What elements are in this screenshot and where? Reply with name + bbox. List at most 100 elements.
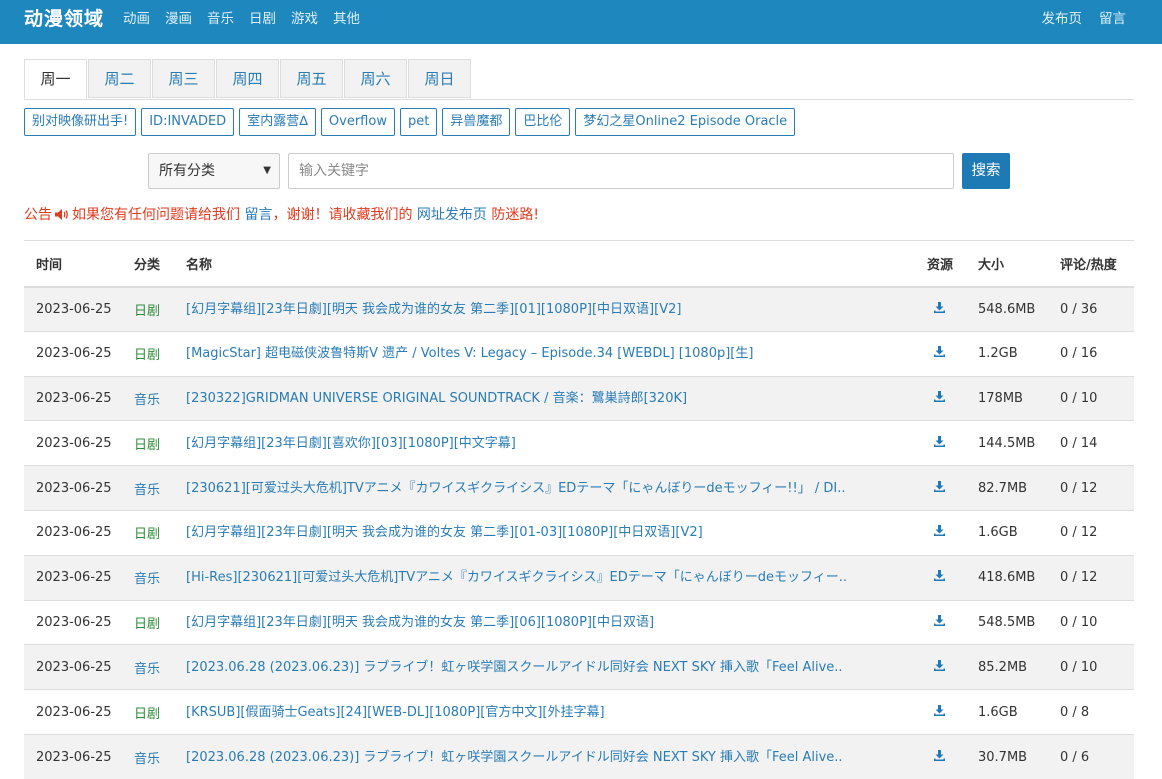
row-title-link[interactable]: [幻月字幕组][23年日劇][明天 我会成为谁的女友 第二季][06][1080… xyxy=(186,611,654,630)
row-category-link[interactable]: 日剧 xyxy=(134,617,160,632)
site-brand[interactable]: 动漫领域 xyxy=(24,4,104,31)
row-size: 82.7MB xyxy=(966,466,1048,511)
download-icon[interactable] xyxy=(933,614,946,631)
row-size: 85.2MB xyxy=(966,645,1048,690)
row-category-link[interactable]: 音乐 xyxy=(134,572,160,587)
results-body: 2023-06-25 日剧 [幻月字幕组][23年日劇][明天 我会成为谁的女友… xyxy=(24,287,1134,779)
tab-wednesday[interactable]: 周三 xyxy=(152,59,215,98)
row-resource xyxy=(915,466,966,511)
row-time-text: 2023-06-25 xyxy=(36,570,112,585)
row-category: 音乐 xyxy=(122,645,174,690)
row-stats-text: 0 / 36 xyxy=(1060,302,1097,317)
row-name: [Hi-Res][230621][可爱过头大危机]TVアニメ『カワイスギクライシ… xyxy=(174,555,915,600)
tab-monday[interactable]: 周一 xyxy=(24,59,87,99)
download-icon[interactable] xyxy=(933,569,946,586)
row-stats: 0 / 6 xyxy=(1048,734,1134,779)
row-time-text: 2023-06-25 xyxy=(36,750,112,765)
header-size: 大小 xyxy=(966,241,1048,287)
row-category: 音乐 xyxy=(122,734,174,779)
row-title-link[interactable]: [幻月字幕组][23年日劇][明天 我会成为谁的女友 第二季][01][1080… xyxy=(186,298,681,317)
tab-sunday[interactable]: 周日 xyxy=(408,59,471,98)
show-tag[interactable]: 异兽魔都 xyxy=(442,108,510,136)
tab-thursday[interactable]: 周四 xyxy=(216,59,279,98)
download-icon[interactable] xyxy=(933,704,946,721)
row-time-text: 2023-06-25 xyxy=(36,436,112,451)
nav-link-manga[interactable]: 漫画 xyxy=(165,7,192,27)
announcement-text: ，谢谢！请收藏我们的 xyxy=(272,207,412,223)
row-title-link[interactable]: [MagicStar] 超电磁侠波鲁特斯V 遗产 / Voltes V: Leg… xyxy=(186,342,753,361)
row-category-link[interactable]: 日剧 xyxy=(134,527,160,542)
row-size: 1.6GB xyxy=(966,690,1048,735)
nav-link-release-page[interactable]: 发布页 xyxy=(1042,7,1083,27)
show-tag[interactable]: 巴比伦 xyxy=(515,108,570,136)
row-category-link[interactable]: 音乐 xyxy=(134,662,160,677)
tab-saturday[interactable]: 周六 xyxy=(344,59,407,98)
row-category-link[interactable]: 日剧 xyxy=(134,348,160,363)
row-category: 音乐 xyxy=(122,376,174,421)
row-stats-text: 0 / 14 xyxy=(1060,436,1097,451)
row-title-link[interactable]: [2023.06.28 (2023.06.23)] ラブライブ！虹ヶ咲学園スクー… xyxy=(186,656,843,675)
row-category-link[interactable]: 音乐 xyxy=(134,393,160,408)
row-category-link[interactable]: 日剧 xyxy=(134,707,160,722)
row-title-link[interactable]: [KRSUB][假面骑士Geats][24][WEB-DL][1080P][官方… xyxy=(186,701,605,720)
show-tag[interactable]: Overflow xyxy=(321,108,395,136)
release-page-link[interactable]: 网址发布页 xyxy=(417,207,487,223)
row-category-link[interactable]: 日剧 xyxy=(134,304,160,319)
row-title-link[interactable]: [2023.06.28 (2023.06.23)] ラブライブ！虹ヶ咲学園スクー… xyxy=(186,746,843,765)
show-tag[interactable]: 室内露营∆ xyxy=(239,108,316,136)
download-icon[interactable] xyxy=(933,301,946,318)
table-row: 2023-06-25 日剧 [幻月字幕组][23年日劇][明天 我会成为谁的女友… xyxy=(24,510,1134,555)
row-category-link[interactable]: 音乐 xyxy=(134,752,160,767)
row-size-text: 548.6MB xyxy=(978,302,1035,317)
header-resource: 资源 xyxy=(915,241,966,287)
row-stats: 0 / 12 xyxy=(1048,555,1134,600)
row-category: 音乐 xyxy=(122,555,174,600)
download-icon[interactable] xyxy=(933,480,946,497)
row-time: 2023-06-25 xyxy=(24,331,122,376)
download-icon[interactable] xyxy=(933,749,946,766)
download-icon[interactable] xyxy=(933,345,946,362)
nav-link-anime[interactable]: 动画 xyxy=(123,7,150,27)
row-size-text: 144.5MB xyxy=(978,436,1035,451)
row-title-link[interactable]: [230322]GRIDMAN UNIVERSE ORIGINAL SOUNDT… xyxy=(186,387,687,406)
header-comments: 评论/热度 xyxy=(1048,241,1134,287)
announcement-text: 如果您有任何问题请给我们 xyxy=(72,207,240,223)
row-time: 2023-06-25 xyxy=(24,510,122,555)
top-navbar: 动漫领域 动画 漫画 音乐 日剧 游戏 其他 发布页 留言 xyxy=(0,0,1162,44)
nav-link-jdrama[interactable]: 日剧 xyxy=(249,7,276,27)
row-time: 2023-06-25 xyxy=(24,287,122,332)
search-input[interactable] xyxy=(288,153,954,189)
nav-link-other[interactable]: 其他 xyxy=(333,7,360,27)
download-icon[interactable] xyxy=(933,435,946,452)
tab-friday[interactable]: 周五 xyxy=(280,59,343,98)
tab-tuesday[interactable]: 周二 xyxy=(88,59,151,98)
chevron-down-icon: ▼ xyxy=(263,154,271,188)
download-icon[interactable] xyxy=(933,390,946,407)
row-time: 2023-06-25 xyxy=(24,690,122,735)
show-tag[interactable]: pet xyxy=(400,108,437,136)
row-name: [230322]GRIDMAN UNIVERSE ORIGINAL SOUNDT… xyxy=(174,376,915,421)
category-select[interactable]: 所有分类 ▼ xyxy=(148,153,280,189)
row-time: 2023-06-25 xyxy=(24,734,122,779)
row-title-link[interactable]: [幻月字幕组][23年日劇][明天 我会成为谁的女友 第二季][01-03][1… xyxy=(186,521,703,540)
row-category-link[interactable]: 音乐 xyxy=(134,483,160,498)
nav-link-music[interactable]: 音乐 xyxy=(207,7,234,27)
download-icon[interactable] xyxy=(933,659,946,676)
row-title-link[interactable]: [230621][可爱过头大危机]TVアニメ『カワイスギクライシス』EDテーマ「… xyxy=(186,477,846,496)
row-category-link[interactable]: 日剧 xyxy=(134,438,160,453)
row-title-link[interactable]: [幻月字幕组][23年日劇][喜欢你][03][1080P][中文字幕] xyxy=(186,432,516,451)
row-resource xyxy=(915,287,966,332)
search-button[interactable]: 搜索 xyxy=(962,153,1010,189)
row-resource xyxy=(915,734,966,779)
nav-link-games[interactable]: 游戏 xyxy=(291,7,318,27)
row-resource xyxy=(915,555,966,600)
guestbook-link[interactable]: 留言 xyxy=(244,207,272,223)
row-title-link[interactable]: [Hi-Res][230621][可爱过头大危机]TVアニメ『カワイスギクライシ… xyxy=(186,566,847,585)
row-time: 2023-06-25 xyxy=(24,421,122,466)
show-tag[interactable]: 梦幻之星Online2 Episode Oracle xyxy=(575,108,795,136)
row-size: 178MB xyxy=(966,376,1048,421)
show-tag[interactable]: 别对映像研出手! xyxy=(24,108,136,136)
nav-link-guestbook[interactable]: 留言 xyxy=(1099,7,1126,27)
show-tag[interactable]: ID:INVADED xyxy=(141,108,234,136)
download-icon[interactable] xyxy=(933,524,946,541)
